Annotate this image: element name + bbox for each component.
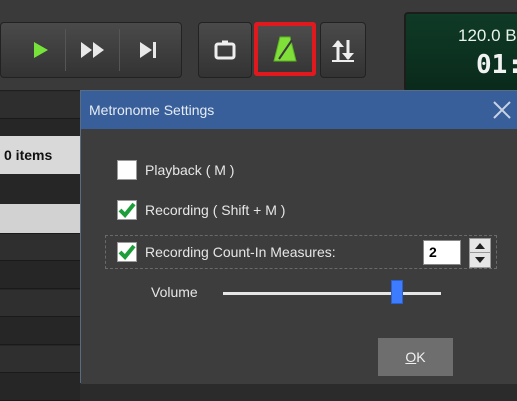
volume-slider-track[interactable] bbox=[223, 292, 441, 295]
separator bbox=[119, 29, 120, 71]
time-readout: 01: bbox=[476, 50, 517, 80]
recording-option[interactable]: Recording ( Shift + M ) bbox=[117, 199, 285, 221]
volume-slider-thumb[interactable] bbox=[391, 280, 404, 304]
ok-mnemonic: O bbox=[405, 349, 417, 365]
list-item[interactable] bbox=[0, 318, 80, 345]
playback-option[interactable]: Playback ( M ) bbox=[117, 159, 234, 181]
close-button[interactable] bbox=[488, 96, 516, 124]
items-count: 0 items bbox=[4, 147, 53, 163]
list-item[interactable] bbox=[0, 374, 80, 401]
list-item[interactable] bbox=[0, 290, 80, 317]
loop-icon bbox=[214, 40, 236, 60]
metronome-settings-dialog: Metronome Settings Playback ( M ) Record… bbox=[80, 90, 517, 384]
play-icon bbox=[34, 42, 48, 58]
count-in-measures-input[interactable]: 2 bbox=[423, 240, 461, 265]
count-in-checkbox[interactable] bbox=[117, 242, 137, 262]
skip-end-icon bbox=[140, 42, 156, 58]
metronome-button[interactable] bbox=[254, 22, 316, 76]
skip-end-button[interactable] bbox=[127, 23, 171, 77]
dialog-body: Playback ( M ) Recording ( Shift + M ) R… bbox=[81, 129, 517, 384]
fast-forward-icon bbox=[81, 42, 104, 58]
sort-group bbox=[320, 22, 366, 78]
chevron-up-icon bbox=[475, 242, 485, 249]
list-item[interactable] bbox=[0, 92, 80, 119]
list-item[interactable] bbox=[0, 204, 80, 234]
playback-label: Playback ( M ) bbox=[145, 162, 235, 178]
chevron-down-icon bbox=[475, 257, 485, 263]
transport-toolbar: 120.0 B 01: bbox=[0, 0, 517, 92]
recording-checkbox[interactable] bbox=[117, 200, 137, 220]
items-count-header: 0 items bbox=[0, 136, 80, 174]
list-item[interactable] bbox=[0, 346, 80, 373]
close-icon bbox=[493, 101, 511, 119]
count-in-option[interactable]: Recording Count-In Measures: bbox=[117, 241, 336, 263]
recording-label: Recording ( Shift + M ) bbox=[145, 202, 286, 218]
checkmark-icon bbox=[118, 202, 136, 218]
dialog-title: Metronome Settings bbox=[89, 102, 215, 118]
count-in-stepper bbox=[469, 238, 491, 268]
separator bbox=[65, 29, 66, 71]
list-item[interactable] bbox=[0, 234, 80, 261]
play-button[interactable] bbox=[19, 23, 63, 77]
playback-checkbox[interactable] bbox=[117, 160, 137, 180]
sort-button[interactable] bbox=[321, 23, 365, 77]
loop-button[interactable] bbox=[203, 23, 247, 77]
loop-group bbox=[198, 22, 252, 78]
time-display: 120.0 B 01: bbox=[404, 12, 517, 92]
volume-label: Volume bbox=[151, 284, 198, 300]
stepper-down-button[interactable] bbox=[470, 253, 490, 267]
track-list: 0 items bbox=[0, 92, 80, 401]
list-item[interactable] bbox=[0, 262, 80, 289]
ok-label: K bbox=[416, 349, 426, 365]
count-in-label: Recording Count-In Measures: bbox=[145, 244, 336, 260]
fast-forward-button[interactable] bbox=[71, 23, 115, 77]
sort-icon bbox=[332, 40, 354, 62]
dialog-titlebar: Metronome Settings bbox=[81, 91, 517, 129]
stepper-up-button[interactable] bbox=[470, 239, 490, 253]
tempo-readout: 120.0 B bbox=[458, 26, 517, 45]
ok-button[interactable]: OK bbox=[378, 338, 453, 376]
checkmark-icon bbox=[118, 244, 136, 260]
transport-controls bbox=[0, 22, 182, 78]
metronome-icon bbox=[273, 36, 297, 62]
